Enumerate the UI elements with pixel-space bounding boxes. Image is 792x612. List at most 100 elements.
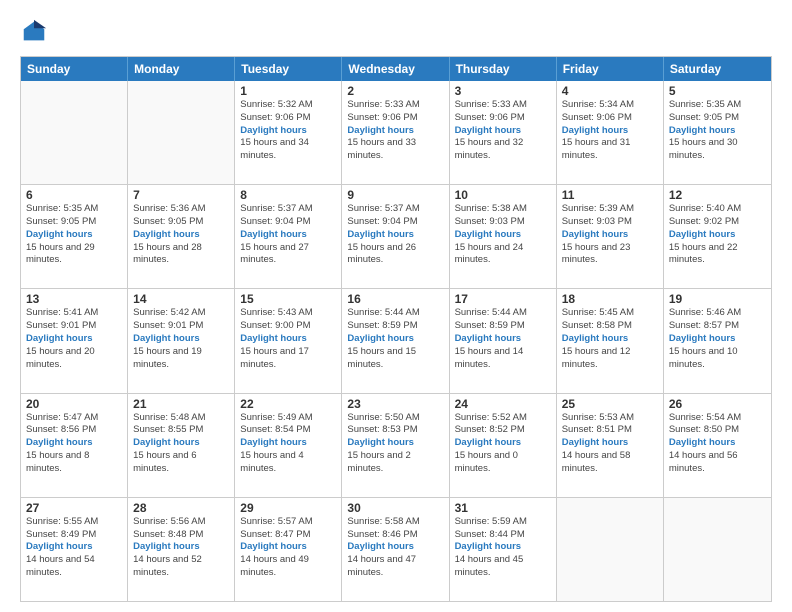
day-info: Sunrise: 5:32 AMSunset: 9:06 PMDaylight …: [240, 99, 336, 163]
day-info: Sunrise: 5:33 AMSunset: 9:06 PMDaylight …: [347, 99, 443, 163]
calendar-cell: 7Sunrise: 5:36 AMSunset: 9:05 PMDaylight…: [128, 185, 235, 288]
daylight-label: Daylight hours: [133, 229, 200, 240]
daylight-label: Daylight hours: [347, 437, 414, 448]
calendar-cell: 11Sunrise: 5:39 AMSunset: 9:03 PMDayligh…: [557, 185, 664, 288]
calendar-cell: 4Sunrise: 5:34 AMSunset: 9:06 PMDaylight…: [557, 81, 664, 184]
header-cell-wednesday: Wednesday: [342, 57, 449, 81]
day-number: 31: [455, 501, 551, 515]
daylight-label: Daylight hours: [133, 437, 200, 448]
calendar-cell: 24Sunrise: 5:52 AMSunset: 8:52 PMDayligh…: [450, 394, 557, 497]
daylight-label: Daylight hours: [240, 125, 307, 136]
header-cell-saturday: Saturday: [664, 57, 771, 81]
day-info: Sunrise: 5:45 AMSunset: 8:58 PMDaylight …: [562, 307, 658, 371]
day-info: Sunrise: 5:43 AMSunset: 9:00 PMDaylight …: [240, 307, 336, 371]
daylight-label: Daylight hours: [240, 437, 307, 448]
day-info: Sunrise: 5:37 AMSunset: 9:04 PMDaylight …: [347, 203, 443, 267]
daylight-label: Daylight hours: [347, 333, 414, 344]
calendar-row-2: 13Sunrise: 5:41 AMSunset: 9:01 PMDayligh…: [21, 288, 771, 392]
calendar-cell: 30Sunrise: 5:58 AMSunset: 8:46 PMDayligh…: [342, 498, 449, 601]
daylight-label: Daylight hours: [26, 333, 93, 344]
daylight-label: Daylight hours: [455, 541, 522, 552]
daylight-label: Daylight hours: [562, 437, 629, 448]
daylight-label: Daylight hours: [669, 229, 736, 240]
day-number: 3: [455, 84, 551, 98]
day-number: 10: [455, 188, 551, 202]
daylight-label: Daylight hours: [240, 541, 307, 552]
calendar-cell: 8Sunrise: 5:37 AMSunset: 9:04 PMDaylight…: [235, 185, 342, 288]
day-number: 19: [669, 292, 766, 306]
calendar-cell: [21, 81, 128, 184]
calendar-cell: [664, 498, 771, 601]
day-info: Sunrise: 5:34 AMSunset: 9:06 PMDaylight …: [562, 99, 658, 163]
day-info: Sunrise: 5:44 AMSunset: 8:59 PMDaylight …: [455, 307, 551, 371]
daylight-label: Daylight hours: [455, 229, 522, 240]
day-number: 22: [240, 397, 336, 411]
day-info: Sunrise: 5:49 AMSunset: 8:54 PMDaylight …: [240, 412, 336, 476]
daylight-label: Daylight hours: [240, 333, 307, 344]
daylight-label: Daylight hours: [669, 333, 736, 344]
day-number: 18: [562, 292, 658, 306]
daylight-label: Daylight hours: [455, 333, 522, 344]
calendar-cell: 29Sunrise: 5:57 AMSunset: 8:47 PMDayligh…: [235, 498, 342, 601]
day-number: 12: [669, 188, 766, 202]
calendar-row-3: 20Sunrise: 5:47 AMSunset: 8:56 PMDayligh…: [21, 393, 771, 497]
calendar-cell: 22Sunrise: 5:49 AMSunset: 8:54 PMDayligh…: [235, 394, 342, 497]
calendar-body: 1Sunrise: 5:32 AMSunset: 9:06 PMDaylight…: [21, 81, 771, 601]
calendar-cell: 25Sunrise: 5:53 AMSunset: 8:51 PMDayligh…: [557, 394, 664, 497]
day-info: Sunrise: 5:52 AMSunset: 8:52 PMDaylight …: [455, 412, 551, 476]
daylight-label: Daylight hours: [562, 229, 629, 240]
day-number: 8: [240, 188, 336, 202]
day-info: Sunrise: 5:59 AMSunset: 8:44 PMDaylight …: [455, 516, 551, 580]
daylight-label: Daylight hours: [240, 229, 307, 240]
calendar-cell: [557, 498, 664, 601]
day-info: Sunrise: 5:35 AMSunset: 9:05 PMDaylight …: [26, 203, 122, 267]
daylight-label: Daylight hours: [455, 125, 522, 136]
calendar-cell: 27Sunrise: 5:55 AMSunset: 8:49 PMDayligh…: [21, 498, 128, 601]
day-number: 7: [133, 188, 229, 202]
day-number: 5: [669, 84, 766, 98]
calendar-cell: 1Sunrise: 5:32 AMSunset: 9:06 PMDaylight…: [235, 81, 342, 184]
header-cell-sunday: Sunday: [21, 57, 128, 81]
day-number: 23: [347, 397, 443, 411]
daylight-label: Daylight hours: [26, 229, 93, 240]
daylight-label: Daylight hours: [26, 437, 93, 448]
calendar-cell: 6Sunrise: 5:35 AMSunset: 9:05 PMDaylight…: [21, 185, 128, 288]
day-info: Sunrise: 5:39 AMSunset: 9:03 PMDaylight …: [562, 203, 658, 267]
day-number: 26: [669, 397, 766, 411]
day-number: 14: [133, 292, 229, 306]
calendar-row-4: 27Sunrise: 5:55 AMSunset: 8:49 PMDayligh…: [21, 497, 771, 601]
calendar-cell: [128, 81, 235, 184]
daylight-label: Daylight hours: [455, 437, 522, 448]
day-info: Sunrise: 5:44 AMSunset: 8:59 PMDaylight …: [347, 307, 443, 371]
calendar-cell: 17Sunrise: 5:44 AMSunset: 8:59 PMDayligh…: [450, 289, 557, 392]
day-info: Sunrise: 5:36 AMSunset: 9:05 PMDaylight …: [133, 203, 229, 267]
day-number: 30: [347, 501, 443, 515]
header: [20, 18, 772, 46]
calendar-cell: 31Sunrise: 5:59 AMSunset: 8:44 PMDayligh…: [450, 498, 557, 601]
logo: [20, 18, 52, 46]
day-number: 27: [26, 501, 122, 515]
day-info: Sunrise: 5:50 AMSunset: 8:53 PMDaylight …: [347, 412, 443, 476]
day-number: 15: [240, 292, 336, 306]
day-number: 4: [562, 84, 658, 98]
header-cell-tuesday: Tuesday: [235, 57, 342, 81]
calendar-cell: 3Sunrise: 5:33 AMSunset: 9:06 PMDaylight…: [450, 81, 557, 184]
day-info: Sunrise: 5:41 AMSunset: 9:01 PMDaylight …: [26, 307, 122, 371]
day-info: Sunrise: 5:53 AMSunset: 8:51 PMDaylight …: [562, 412, 658, 476]
daylight-label: Daylight hours: [133, 541, 200, 552]
daylight-label: Daylight hours: [669, 125, 736, 136]
daylight-label: Daylight hours: [347, 541, 414, 552]
day-info: Sunrise: 5:54 AMSunset: 8:50 PMDaylight …: [669, 412, 766, 476]
page: SundayMondayTuesdayWednesdayThursdayFrid…: [0, 0, 792, 612]
day-info: Sunrise: 5:57 AMSunset: 8:47 PMDaylight …: [240, 516, 336, 580]
day-number: 20: [26, 397, 122, 411]
daylight-label: Daylight hours: [562, 125, 629, 136]
calendar-cell: 23Sunrise: 5:50 AMSunset: 8:53 PMDayligh…: [342, 394, 449, 497]
day-number: 29: [240, 501, 336, 515]
daylight-label: Daylight hours: [562, 333, 629, 344]
daylight-label: Daylight hours: [669, 437, 736, 448]
day-number: 21: [133, 397, 229, 411]
calendar-cell: 18Sunrise: 5:45 AMSunset: 8:58 PMDayligh…: [557, 289, 664, 392]
day-number: 2: [347, 84, 443, 98]
day-info: Sunrise: 5:47 AMSunset: 8:56 PMDaylight …: [26, 412, 122, 476]
